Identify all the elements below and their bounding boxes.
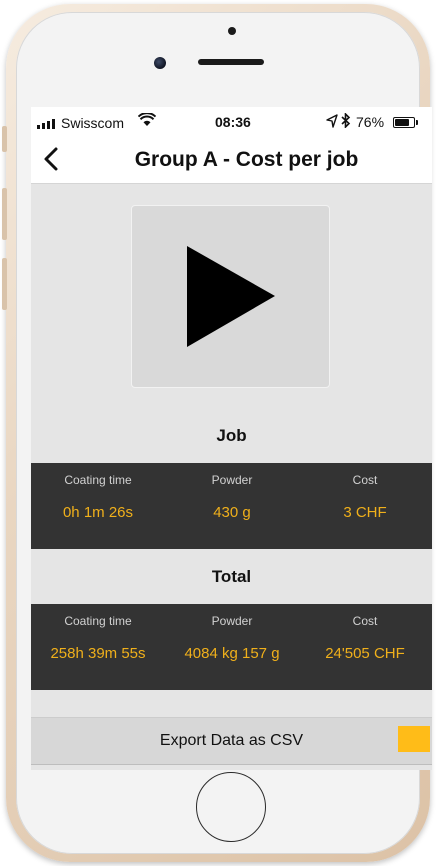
volume-down-button [2,258,7,310]
wifi-icon [138,113,156,126]
proximity-sensor [228,27,236,35]
stat-label: Powder [211,473,253,487]
job-stats-panel: Coating time 0h 1m 26s Powder 430 g Cost… [31,463,432,549]
front-camera [154,57,166,69]
carrier-name: Swisscom [61,115,125,131]
battery-percent: 76% [356,114,385,130]
app-screen: Swisscom 08:36 76% Group A - Cost per jo… [31,107,432,770]
total-stats-panel: Coating time 258h 39m 55s Powder 4084 kg… [31,604,432,690]
mute-switch [2,126,7,152]
page-title: Group A - Cost per job [134,148,359,171]
status-bar: Swisscom 08:36 76% [31,107,432,137]
job-section-title: Job [216,426,247,445]
stat-value: 4084 kg 157 g [184,645,280,662]
earpiece-speaker [198,59,264,65]
play-button[interactable] [131,205,330,388]
total-section-title: Total [211,567,252,586]
stat-label: Coating time [64,473,132,487]
stat-label: Cost [352,473,378,487]
status-time: 08:36 [215,114,251,130]
bluetooth-icon [341,113,351,128]
stat-value: 0h 1m 26s [62,504,134,521]
battery-icon [393,117,415,128]
navigation-bar: Group A - Cost per job [31,137,432,184]
stat-value: 3 CHF [343,504,387,521]
home-button[interactable] [196,772,266,842]
chevron-left-icon[interactable] [39,145,63,173]
stat-label: Cost [352,614,378,628]
stat-label: Coating time [64,614,132,628]
volume-up-button [2,188,7,240]
battery-tip [416,120,418,125]
location-arrow-icon [326,114,338,128]
side-tab-indicator[interactable] [398,726,430,752]
export-csv-button[interactable]: Export Data as CSV [31,717,432,765]
stat-label: Powder [211,614,253,628]
stat-value: 24'505 CHF [325,645,405,662]
stat-value: 258h 39m 55s [50,645,146,662]
stat-value: 430 g [213,504,251,521]
play-icon [187,246,275,347]
